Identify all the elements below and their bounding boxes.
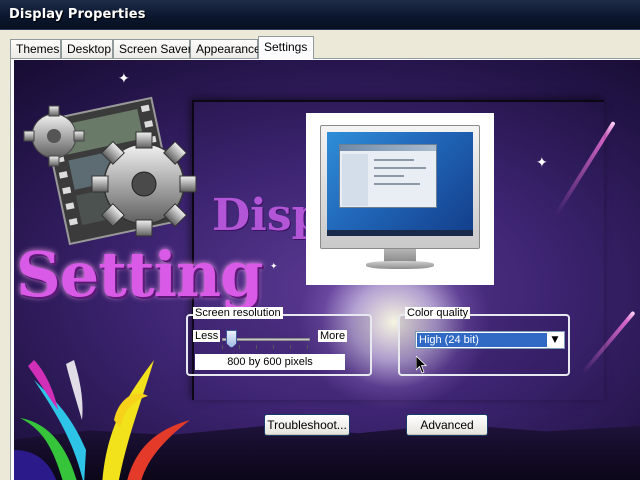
resolution-slider[interactable] <box>222 330 310 350</box>
sparkle-icon: ✦ <box>118 71 130 87</box>
color-quality-selected: High (24 bit) <box>417 333 547 347</box>
tab-screen-saver[interactable]: Screen Saver <box>113 39 192 58</box>
slider-more-label: More <box>318 330 348 342</box>
advanced-button[interactable]: Advanced <box>406 414 488 436</box>
chevron-down-icon[interactable]: ▼ <box>548 333 562 347</box>
tab-themes[interactable]: Themes <box>10 39 61 58</box>
mouse-cursor-icon <box>416 356 428 374</box>
wallpaper-background: ✦ ✦ ✦ Displ Setting Screen resolution Le… <box>14 60 640 480</box>
color-quality-label: Color quality <box>405 307 471 319</box>
color-quality-dropdown[interactable]: High (24 bit) ▼ <box>415 331 565 349</box>
tab-appearance[interactable]: Appearance <box>190 39 261 58</box>
monitor-base <box>366 261 434 269</box>
monitor-screen <box>327 132 473 236</box>
title-bar[interactable]: Display Properties <box>0 0 640 30</box>
screen-resolution-label: Screen resolution <box>193 307 283 319</box>
resolution-value: 800 by 600 pixels <box>195 354 345 370</box>
monitor-bezel <box>320 125 480 249</box>
slider-less-label: Less <box>193 330 221 342</box>
tab-desktop[interactable]: Desktop <box>61 39 113 58</box>
tab-settings[interactable]: Settings <box>258 36 314 59</box>
screen-resolution-group: Screen resolution Less More 800 by 600 p… <box>186 307 372 376</box>
paint-splash-art <box>14 360 190 480</box>
gear-filmstrip-art <box>23 96 197 246</box>
troubleshoot-button[interactable]: Troubleshoot... <box>264 414 350 436</box>
slider-ticks <box>222 345 310 349</box>
preview-window <box>339 144 437 208</box>
monitor-preview <box>306 113 494 285</box>
preview-taskbar <box>327 230 473 236</box>
window-title: Display Properties <box>9 7 146 22</box>
